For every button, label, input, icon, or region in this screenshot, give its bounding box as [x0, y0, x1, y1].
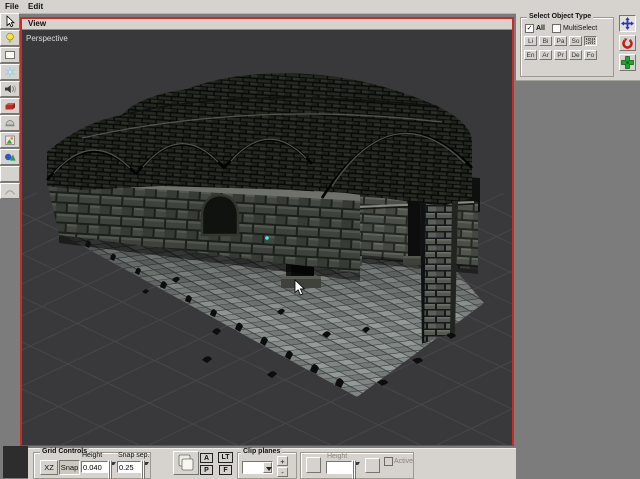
rotate-circle-icon	[622, 37, 633, 49]
clip-height-label: Height	[327, 453, 348, 460]
clip-planes-group: Clip planes + -	[237, 448, 297, 479]
tool-curve-button[interactable]	[0, 183, 20, 199]
type-button-st[interactable]: St	[584, 36, 597, 46]
multiselect-checkbox[interactable]	[552, 24, 561, 33]
viewport-3d-canvas[interactable]: Perspective	[22, 30, 512, 445]
clip-blank-button-2[interactable]	[365, 458, 380, 473]
menu-bar: File Edit	[0, 0, 640, 14]
snap-toggle-button[interactable]: Snap	[59, 460, 80, 475]
gray-arc-icon	[4, 190, 16, 195]
grid-plane-xz-button[interactable]: XZ	[40, 460, 58, 475]
all-checkbox-label: All	[536, 25, 545, 32]
select-object-type-group: Select Object Type ✓ All MultiSelect Li …	[520, 13, 614, 77]
tool-primitive-button[interactable]	[0, 98, 20, 114]
pages-button[interactable]	[173, 451, 199, 475]
toggle-p-button[interactable]: P	[200, 465, 213, 475]
tool-light-button[interactable]	[0, 30, 20, 46]
viewport-title-bar[interactable]: View	[22, 19, 512, 30]
picture-icon	[5, 135, 15, 145]
multiselect-checkbox-label: MultiSelect	[563, 25, 598, 32]
toggle-lt-button[interactable]: LT	[218, 452, 233, 463]
height-input[interactable]	[81, 461, 108, 473]
tool-sound-button[interactable]	[0, 81, 20, 97]
arrow-cursor-icon	[6, 15, 15, 27]
clip-height-spinner[interactable]	[352, 460, 359, 479]
tool-select-button[interactable]	[0, 13, 20, 29]
add-tool-button[interactable]	[619, 54, 636, 71]
type-button-bi[interactable]: Bi	[539, 36, 552, 46]
snap-sep-label: Snap sep.	[118, 452, 150, 459]
type-button-fo[interactable]: Fo	[584, 50, 597, 60]
snowflake-icon	[4, 67, 16, 77]
type-button-pr[interactable]: Pr	[554, 50, 567, 60]
snap-sep-input[interactable]	[117, 461, 141, 473]
white-quad-icon	[5, 51, 15, 59]
grid-controls-group: Grid Controls XZ Snap Height Snap sep.	[33, 448, 151, 479]
active-checkbox-label: Active	[394, 458, 414, 465]
dropdown-arrow-icon[interactable]	[263, 462, 272, 473]
clip-planes-title: Clip planes	[241, 448, 283, 455]
clip-height-group: Height Active	[300, 452, 414, 479]
clip-plane-add-button[interactable]: +	[277, 456, 288, 466]
selection-marker-dot	[265, 236, 269, 240]
arch-doorway	[200, 193, 240, 237]
tool-plane-button[interactable]	[0, 47, 20, 63]
clip-plane-dropdown[interactable]	[242, 461, 273, 474]
menu-file[interactable]: File	[2, 1, 22, 12]
overlapping-pages-icon	[178, 454, 194, 471]
camera-mode-label: Perspective	[26, 34, 68, 43]
type-button-de[interactable]: De	[569, 50, 582, 60]
type-button-ar[interactable]: Ar	[539, 50, 552, 60]
type-button-so[interactable]: So	[569, 36, 582, 46]
clip-blank-button-1[interactable]	[306, 457, 321, 473]
red-box-icon	[5, 103, 15, 110]
clip-height-input[interactable]	[326, 461, 352, 474]
tool-particle-button[interactable]	[0, 64, 20, 80]
snap-sep-spinner[interactable]	[141, 460, 148, 479]
viewport-window: View Perspective	[20, 17, 514, 446]
tool-billboard-button[interactable]	[0, 149, 20, 165]
speaker-icon	[5, 85, 17, 93]
bottom-panel: Grid Controls XZ Snap Height Snap sep. A…	[28, 448, 516, 479]
viewport-3d-scene	[22, 30, 512, 445]
tool-lamp-button[interactable]	[0, 115, 20, 131]
type-button-li[interactable]: Li	[524, 36, 537, 46]
select-object-type-title: Select Object Type	[527, 13, 594, 20]
blue-green-shapes-icon	[5, 153, 16, 161]
height-label: Height	[82, 452, 103, 459]
dome-lamp-icon	[5, 120, 15, 127]
tool-decal-button[interactable]	[0, 132, 20, 148]
menu-edit[interactable]: Edit	[25, 1, 46, 12]
bottom-left-shadow	[3, 446, 28, 478]
toggle-a-button[interactable]: A	[200, 453, 213, 463]
move-tool-button[interactable]	[619, 15, 636, 32]
tool-empty-button[interactable]	[0, 166, 20, 182]
move-arrows-icon	[621, 17, 634, 30]
lightbulb-icon	[6, 32, 14, 43]
clip-plane-remove-button[interactable]: -	[277, 467, 288, 477]
type-button-pa[interactable]: Pa	[554, 36, 567, 46]
right-broken-wall	[420, 196, 458, 344]
height-spinner[interactable]	[108, 460, 115, 479]
type-button-en[interactable]: En	[524, 50, 537, 60]
active-checkbox[interactable]	[384, 457, 393, 466]
toggle-f-button[interactable]: F	[219, 465, 232, 475]
all-checkbox[interactable]: ✓	[525, 24, 534, 33]
green-plus-icon	[621, 56, 634, 69]
rotate-tool-button[interactable]	[619, 35, 636, 51]
